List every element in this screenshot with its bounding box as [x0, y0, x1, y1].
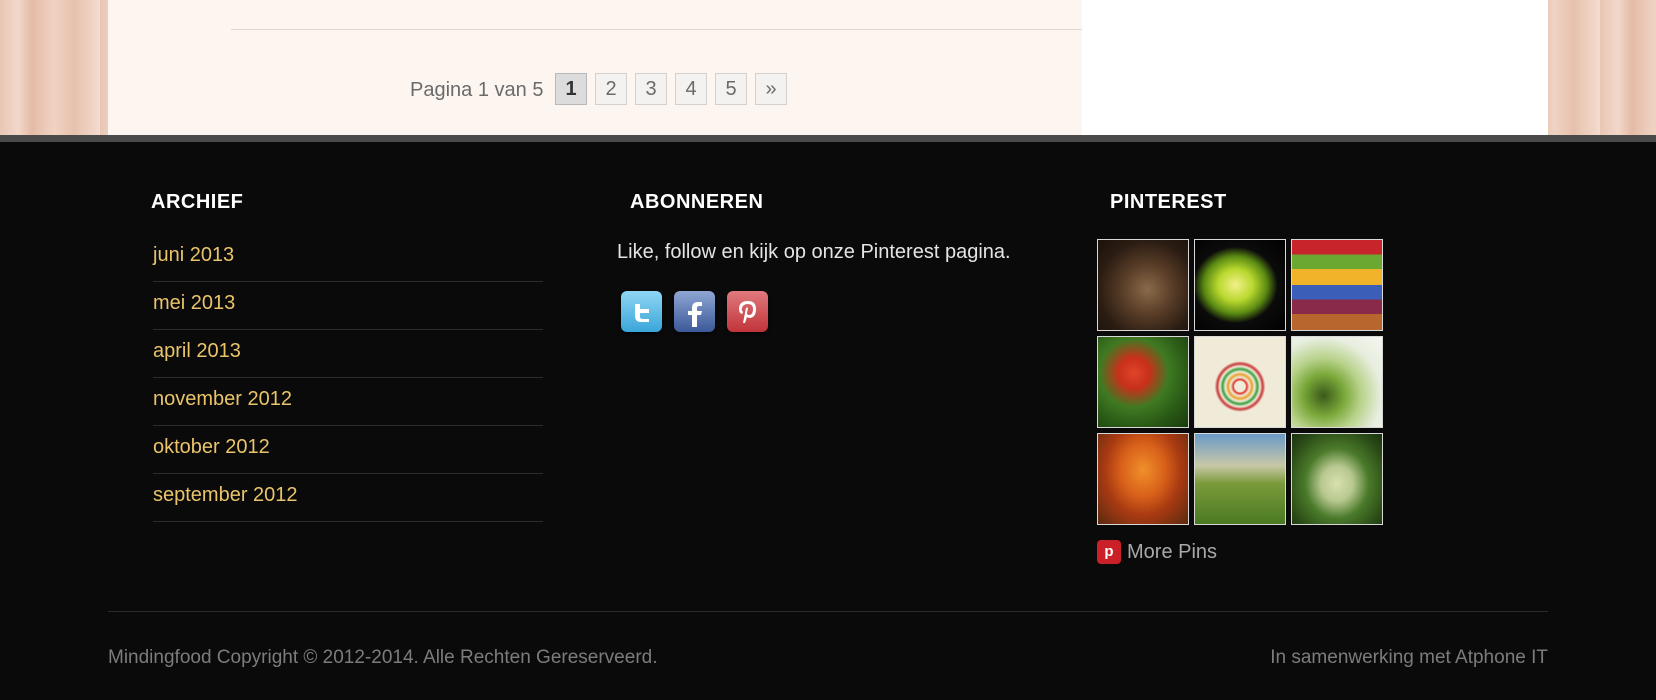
- facebook-icon[interactable]: [674, 291, 715, 332]
- archive-item: juni 2013: [153, 234, 543, 282]
- footer-divider: [108, 611, 1548, 612]
- pinterest-badge-icon: p: [1097, 540, 1121, 564]
- content-panel: Pagina 1 van 5 1 2 3 4 5 »: [108, 0, 1175, 135]
- copyright-text: Mindingfood Copyright © 2012-2014. Alle …: [108, 647, 658, 668]
- pagination: Pagina 1 van 5 1 2 3 4 5 »: [108, 73, 1082, 107]
- archive-item: september 2012: [153, 474, 543, 522]
- pinterest-icon[interactable]: [727, 291, 768, 332]
- archive-link[interactable]: oktober 2012: [153, 436, 270, 458]
- archive-item: april 2013: [153, 330, 543, 378]
- walnuts-pin[interactable]: [1097, 239, 1189, 331]
- fruit-stripes-pin[interactable]: [1291, 239, 1383, 331]
- credit-text: In samenwerking met Atphone IT: [1270, 647, 1548, 668]
- page-5-link[interactable]: 5: [715, 73, 747, 105]
- green-hills-quote-pin[interactable]: [1194, 433, 1286, 525]
- twitter-icon[interactable]: [621, 291, 662, 332]
- archive-link[interactable]: juni 2013: [153, 244, 234, 266]
- pinterest-title: PINTEREST: [1110, 191, 1227, 213]
- page-3-link[interactable]: 3: [635, 73, 667, 105]
- more-pins-label: More Pins: [1127, 540, 1218, 563]
- archive-item: mei 2013: [153, 282, 543, 330]
- page-1-current: 1: [555, 73, 587, 105]
- kiwi-slice-pin[interactable]: [1194, 239, 1286, 331]
- next-page-link[interactable]: »: [755, 73, 787, 105]
- footer-top-border: [0, 135, 1656, 142]
- autumn-tree-quote-pin[interactable]: [1097, 433, 1189, 525]
- subscribe-text: Like, follow en kijk op onze Pinterest p…: [617, 241, 1011, 263]
- archive-link[interactable]: september 2012: [153, 484, 298, 506]
- archive-item: oktober 2012: [153, 426, 543, 474]
- buddha-pear-pin[interactable]: [1291, 433, 1383, 525]
- pagination-label: Pagina 1 van 5: [410, 79, 544, 101]
- archive-item: november 2012: [153, 378, 543, 426]
- sidebar-panel: [1082, 0, 1548, 135]
- archive-link[interactable]: november 2012: [153, 388, 292, 410]
- kiwi-halves-pin[interactable]: [1291, 336, 1383, 428]
- subscribe-title: ABONNEREN: [630, 191, 764, 213]
- fruits-chart-pin[interactable]: [1194, 336, 1286, 428]
- divider: [231, 29, 1175, 30]
- archive-link[interactable]: mei 2013: [153, 292, 235, 314]
- archive-list: juni 2013 mei 2013 april 2013 november 2…: [153, 234, 543, 522]
- archive-title: ARCHIEF: [151, 191, 244, 213]
- goji-berries-pin[interactable]: [1097, 336, 1189, 428]
- page-2-link[interactable]: 2: [595, 73, 627, 105]
- archive-link[interactable]: april 2013: [153, 340, 241, 362]
- page-4-link[interactable]: 4: [675, 73, 707, 105]
- more-pins-link[interactable]: p More Pins: [1097, 540, 1217, 564]
